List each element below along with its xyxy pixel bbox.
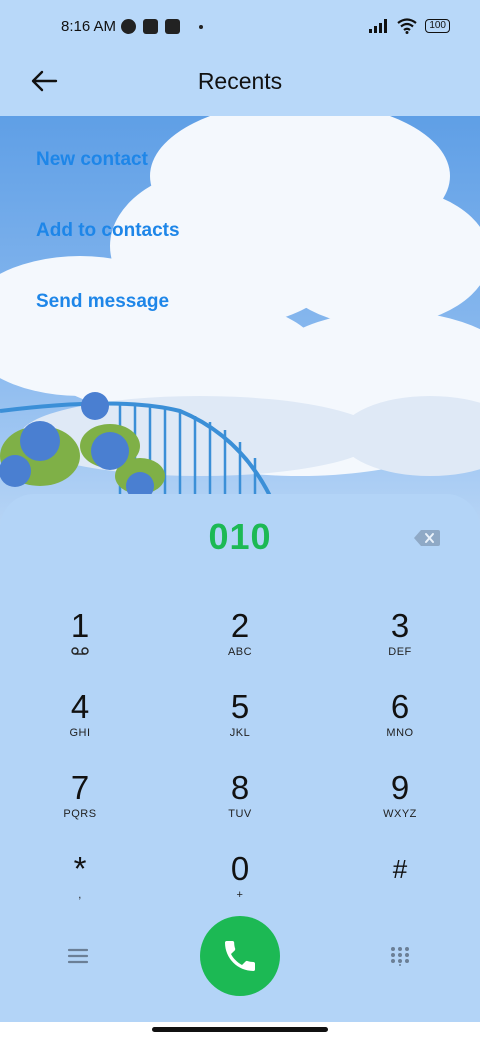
key-digit: * — [73, 850, 87, 887]
key-0[interactable]: 0 + — [175, 849, 305, 921]
clouds-wallpaper — [0, 116, 480, 536]
app-header: Recents — [0, 56, 480, 116]
key-digit: 2 — [230, 607, 250, 644]
dialer-panel: 010 1 2 ABC 3 DEF 4 GHI 5 JKL 6 MNO 7 PQ… — [0, 494, 480, 1022]
app-notification-icon — [143, 19, 158, 34]
key-7[interactable]: 7 PQRS — [15, 768, 145, 840]
upload-icon — [165, 19, 180, 34]
key-1[interactable]: 1 — [15, 606, 145, 678]
key-4[interactable]: 4 GHI — [15, 687, 145, 759]
key-5[interactable]: 5 JKL — [175, 687, 305, 759]
key-2[interactable]: 2 ABC — [175, 606, 305, 678]
status-time: 8:16 AM — [61, 18, 117, 35]
key-9[interactable]: 9 WXYZ — [335, 768, 465, 840]
key-8[interactable]: 8 TUV — [175, 768, 305, 840]
menu-icon[interactable] — [66, 946, 90, 966]
voicemail-icon — [15, 646, 145, 660]
key-digit: 4 — [70, 688, 90, 725]
battery-icon: 100 — [425, 19, 450, 33]
navigation-bar — [0, 1022, 480, 1040]
key-letters: WXYZ — [383, 808, 417, 820]
add-to-contacts-link[interactable]: Add to contacts — [36, 220, 180, 242]
key-letters: MNO — [386, 727, 414, 739]
new-contact-link[interactable]: New contact — [36, 149, 148, 171]
backspace-icon[interactable] — [414, 530, 440, 546]
key-letters: JKL — [229, 727, 251, 739]
key-letters: , — [78, 889, 82, 901]
key-letters: ABC — [227, 646, 253, 658]
key-star[interactable]: * , — [15, 849, 145, 921]
key-hash[interactable]: # — [335, 849, 465, 921]
key-letters: + — [236, 889, 244, 901]
key-digit: 5 — [230, 688, 250, 725]
key-letters: DEF — [388, 646, 412, 658]
dialed-number: 010 — [208, 516, 272, 557]
key-digit: 0 — [230, 850, 250, 887]
signal-icon — [369, 19, 388, 33]
call-button[interactable] — [200, 916, 280, 996]
home-indicator[interactable] — [152, 1027, 328, 1032]
wifi-icon — [397, 18, 417, 34]
key-letters: PQRS — [63, 808, 97, 820]
notification-icons — [121, 19, 203, 34]
key-digit: 7 — [70, 769, 90, 806]
key-digit: 3 — [390, 607, 410, 644]
status-bar: 8:16 AM 100 — [0, 0, 480, 56]
system-icons: 100 — [369, 18, 450, 34]
key-digit: 1 — [70, 607, 90, 644]
phone-icon — [225, 941, 255, 971]
key-letters: GHI — [69, 727, 91, 739]
key-3[interactable]: 3 DEF — [335, 606, 465, 678]
key-letters — [335, 889, 465, 903]
key-6[interactable]: 6 MNO — [335, 687, 465, 759]
send-message-link[interactable]: Send message — [36, 291, 169, 313]
more-notifications-icon — [199, 24, 203, 29]
key-digit: 9 — [390, 769, 410, 806]
key-letters: TUV — [228, 808, 252, 820]
key-digit: # — [392, 854, 408, 884]
dialpad-icon[interactable] — [390, 946, 410, 966]
page-title: Recents — [197, 68, 283, 94]
wallpaper-area: New contact Add to contacts Send message — [0, 116, 480, 536]
key-digit: 6 — [390, 688, 410, 725]
app-notification-icon — [121, 19, 136, 34]
key-digit: 8 — [230, 769, 250, 806]
